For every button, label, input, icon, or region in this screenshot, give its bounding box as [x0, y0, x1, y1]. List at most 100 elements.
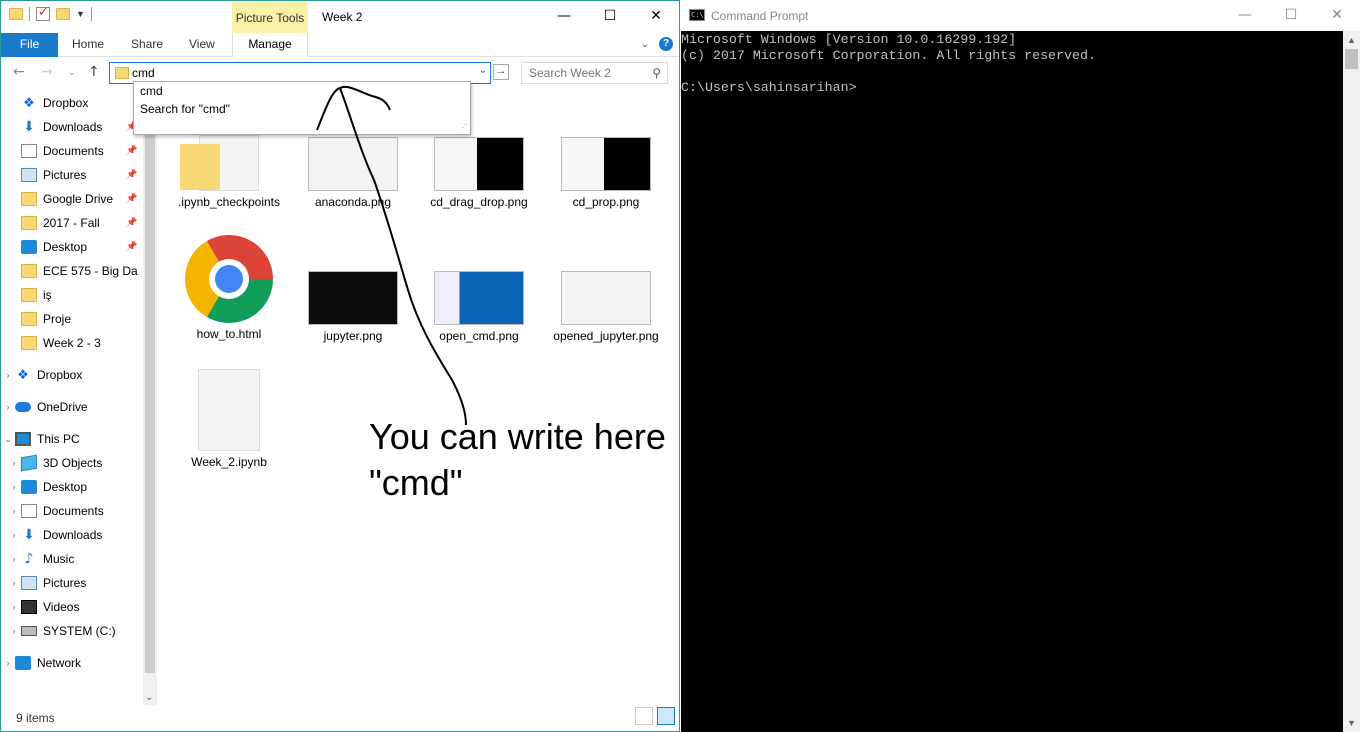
file-item[interactable]: cd_drag_drop.png — [417, 137, 541, 210]
sidebar-item-downloads[interactable]: ⬇ Downloads 📌 — [1, 116, 143, 138]
go-button[interactable]: → — [493, 64, 509, 80]
sidebar-item-pc-pictures[interactable]: › Pictures — [1, 572, 143, 594]
file-item[interactable]: jupyter.png — [291, 271, 415, 344]
sidebar-item-system-c[interactable]: › SYSTEM (C:) — [1, 620, 143, 642]
sidebar-item-2017-fall[interactable]: 2017 - Fall 📌 — [1, 212, 143, 234]
console-line: Microsoft Windows [Version 10.0.16299.19… — [681, 32, 1017, 47]
properties-icon[interactable] — [36, 5, 50, 21]
expand-arrow-icon[interactable]: › — [7, 458, 21, 468]
scrollbar-thumb[interactable] — [145, 93, 155, 673]
status-bar: 9 items — [1, 705, 679, 731]
expand-arrow-icon[interactable]: › — [1, 370, 15, 380]
sidebar-item-ece-575[interactable]: ECE 575 - Big Da — [1, 260, 143, 282]
sidebar-item-this-pc[interactable]: ⌄ This PC — [1, 428, 143, 450]
address-input[interactable] — [132, 65, 462, 81]
tab-view[interactable]: View — [189, 33, 215, 57]
maximize-button[interactable]: ☐ — [587, 1, 633, 31]
tab-home[interactable]: Home — [72, 33, 104, 57]
sidebar-item-dropbox[interactable]: ❖ Dropbox — [1, 92, 143, 114]
search-box[interactable]: ⚲ — [521, 62, 668, 84]
tab-manage[interactable]: Manage — [232, 33, 308, 57]
file-item[interactable]: open_cmd.png — [417, 271, 541, 344]
customize-toolbar-icon[interactable]: ▼ — [76, 9, 85, 19]
sidebar-item-documents[interactable]: Documents 📌 — [1, 140, 143, 162]
file-item[interactable]: anaconda.png — [291, 137, 415, 210]
sidebar-item-music[interactable]: › ♪ Music — [1, 548, 143, 570]
expand-arrow-icon[interactable]: › — [7, 506, 21, 516]
up-arrow-icon[interactable]: ↑ — [88, 64, 100, 80]
file-item[interactable]: .ipynb_checkpoints — [167, 135, 291, 210]
details-view-icon[interactable] — [635, 707, 653, 725]
console-icon: C:\ — [689, 9, 705, 21]
file-item[interactable]: how_to.html — [167, 235, 291, 342]
forward-arrow-icon[interactable]: → — [41, 64, 53, 80]
maximize-button[interactable]: ☐ — [1268, 0, 1314, 30]
file-item[interactable]: Week_2.ipynb — [167, 369, 291, 470]
sidebar-item-desktop[interactable]: Desktop 📌 — [1, 236, 143, 258]
resize-grip-icon[interactable]: ⋰ — [459, 123, 467, 132]
pin-icon[interactable]: 📌 — [126, 218, 137, 228]
expand-arrow-icon[interactable]: › — [7, 554, 21, 564]
file-item[interactable]: opened_jupyter.png — [544, 271, 668, 344]
expand-arrow-icon[interactable]: › — [1, 402, 15, 412]
new-folder-icon[interactable] — [56, 8, 70, 20]
expand-arrow-icon[interactable]: › — [1, 658, 15, 668]
tab-share[interactable]: Share — [131, 33, 163, 57]
dropbox-icon: ❖ — [17, 367, 29, 382]
sidebar-item-dropbox-root[interactable]: › ❖ Dropbox — [1, 364, 143, 386]
expand-ribbon-icon[interactable]: ⌄ — [641, 39, 649, 50]
folder-icon[interactable] — [9, 8, 23, 20]
expand-arrow-icon[interactable]: › — [7, 482, 21, 492]
sidebar-item-proje[interactable]: Proje — [1, 308, 143, 330]
expand-arrow-icon[interactable]: › — [7, 602, 21, 612]
item-count: 9 items — [16, 711, 55, 725]
recent-locations-icon[interactable]: ⌄ — [68, 68, 76, 78]
pin-icon[interactable]: 📌 — [126, 146, 137, 156]
documents-icon — [21, 504, 37, 518]
image-thumbnail — [308, 137, 398, 191]
picture-tools-group: Picture Tools — [232, 1, 308, 33]
tab-file[interactable]: File — [1, 33, 58, 57]
navigation-pane-scrollbar[interactable]: ⌄ — [143, 91, 157, 705]
minimize-button[interactable]: — — [541, 1, 587, 31]
pin-icon[interactable]: 📌 — [126, 242, 137, 252]
scrollbar-thumb[interactable] — [1345, 49, 1358, 69]
sidebar-item-onedrive[interactable]: › OneDrive — [1, 396, 143, 418]
chevron-down-icon[interactable]: ⌄ — [479, 65, 487, 76]
help-icon[interactable]: ? — [659, 37, 673, 51]
window-controls: — ☐ ✕ — [541, 1, 679, 31]
expand-arrow-icon[interactable]: › — [7, 530, 21, 540]
sidebar-item-videos[interactable]: › Videos — [1, 596, 143, 618]
close-button[interactable]: ✕ — [1314, 0, 1360, 30]
close-button[interactable]: ✕ — [633, 1, 679, 31]
file-item[interactable]: cd_prop.png — [544, 137, 668, 210]
search-input[interactable] — [529, 65, 644, 81]
sidebar-item-pc-downloads[interactable]: › ⬇ Downloads — [1, 524, 143, 546]
onedrive-icon — [15, 402, 31, 412]
scroll-up-icon[interactable]: ▲ — [1347, 35, 1356, 45]
large-icons-view-icon[interactable] — [657, 707, 675, 725]
search-icon[interactable]: ⚲ — [652, 66, 661, 80]
sidebar-item-3d-objects[interactable]: › 3D Objects — [1, 452, 143, 474]
sidebar-item-network[interactable]: › Network — [1, 652, 143, 674]
sidebar-item-pc-documents[interactable]: › Documents — [1, 500, 143, 522]
console-scrollbar[interactable]: ▲ ▼ — [1343, 31, 1360, 732]
sidebar-item-week-2-3[interactable]: Week 2 - 3 — [1, 332, 143, 354]
autocomplete-option[interactable]: Search for "cmd" — [134, 100, 470, 118]
sidebar-item-is[interactable]: iş — [1, 284, 143, 306]
collapse-arrow-icon[interactable]: ⌄ — [1, 434, 15, 445]
autocomplete-option[interactable]: cmd — [134, 82, 470, 100]
sidebar-item-pc-desktop[interactable]: › Desktop — [1, 476, 143, 498]
sidebar-item-google-drive[interactable]: Google Drive 📌 — [1, 188, 143, 210]
console-output[interactable]: Microsoft Windows [Version 10.0.16299.19… — [681, 31, 1341, 732]
pin-icon[interactable]: 📌 — [126, 170, 137, 180]
scroll-down-icon[interactable]: ⌄ — [145, 692, 153, 703]
scroll-down-icon[interactable]: ▼ — [1347, 718, 1356, 728]
image-thumbnail — [561, 137, 651, 191]
expand-arrow-icon[interactable]: › — [7, 578, 21, 588]
back-arrow-icon[interactable]: ← — [13, 64, 25, 80]
pin-icon[interactable]: 📌 — [126, 194, 137, 204]
sidebar-item-pictures[interactable]: Pictures 📌 — [1, 164, 143, 186]
minimize-button[interactable]: — — [1222, 0, 1268, 30]
expand-arrow-icon[interactable]: › — [7, 626, 21, 636]
